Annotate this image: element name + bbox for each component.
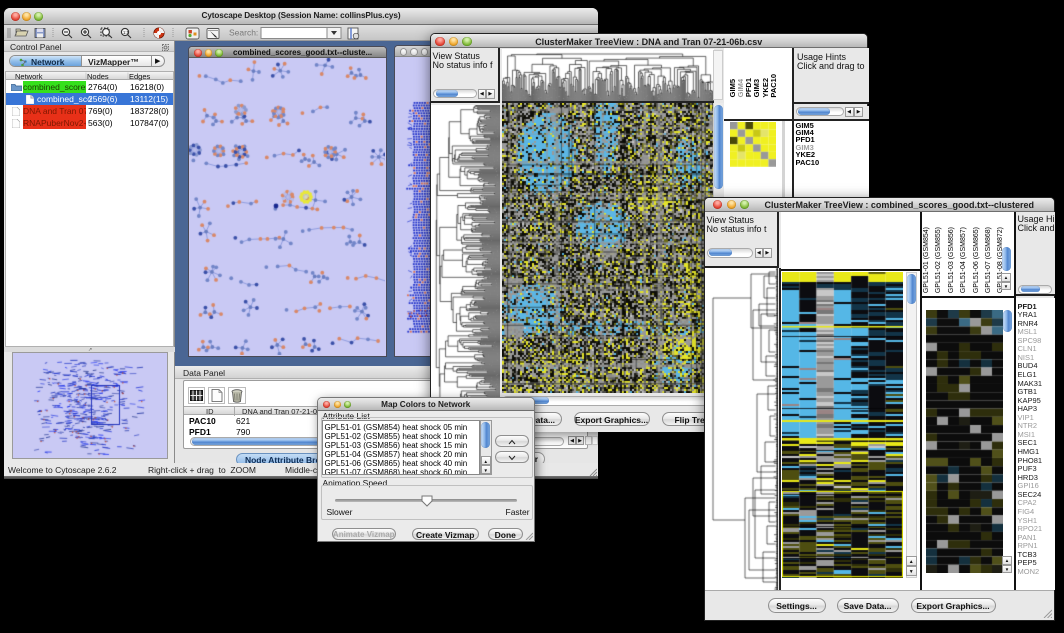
svg-text:1:1: 1:1 — [123, 30, 129, 35]
svg-text:Search:: Search: — [229, 28, 258, 38]
